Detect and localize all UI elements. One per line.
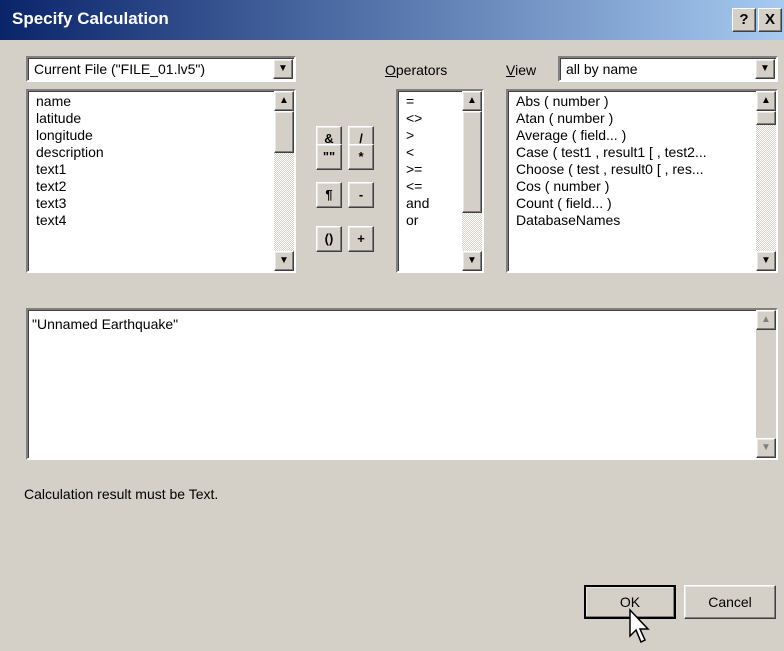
list-item[interactable]: longitude	[36, 127, 294, 144]
dialog-title: Specify Calculation	[12, 9, 169, 28]
operators-label-accel: O	[385, 62, 396, 78]
functions-scrollbar[interactable]: ▲ ▼	[756, 91, 776, 271]
plus-label: +	[357, 231, 365, 246]
help-button[interactable]: ?	[732, 8, 756, 32]
operators-label: Operators	[385, 62, 447, 78]
list-item[interactable]: Cos ( number )	[516, 178, 776, 195]
scroll-up-button[interactable]: ▲	[756, 91, 776, 111]
functions-list[interactable]: Abs ( number ) Atan ( number ) Average (…	[506, 89, 778, 273]
plus-button[interactable]: +	[348, 226, 374, 252]
view-label-text: iew	[515, 62, 537, 78]
scroll-thumb[interactable]	[274, 111, 294, 153]
file-select-value: Current File ("FILE_01.lv5")	[34, 61, 205, 77]
help-icon: ?	[739, 11, 749, 28]
list-item[interactable]: latitude	[36, 110, 294, 127]
file-select-dropdown-button[interactable]: ▼	[273, 59, 293, 79]
view-select[interactable]: all by name ▼	[558, 56, 778, 82]
scroll-thumb[interactable]	[756, 111, 776, 125]
multiply-button[interactable]: *	[348, 144, 374, 170]
list-item[interactable]: text1	[36, 161, 294, 178]
arrow-up-icon: ▲	[761, 314, 771, 325]
minus-button[interactable]: -	[348, 182, 374, 208]
list-item[interactable]: Atan ( number )	[516, 110, 776, 127]
close-icon: X	[764, 11, 775, 28]
title-bar: Specify Calculation ? X	[0, 0, 784, 40]
list-item[interactable]: name	[36, 93, 294, 110]
arrow-down-icon: ▼	[467, 255, 477, 266]
scroll-down-button[interactable]: ▼	[274, 251, 294, 271]
list-item[interactable]: description	[36, 144, 294, 161]
specify-calculation-dialog: Specify Calculation ? X Current File ("F…	[0, 0, 784, 651]
close-button[interactable]: X	[758, 8, 782, 32]
formula-scrollbar: ▲ ▼	[756, 310, 776, 458]
result-type-text: Calculation result must be Text.	[24, 486, 219, 502]
cancel-button[interactable]: Cancel	[684, 585, 776, 619]
list-item[interactable]: text4	[36, 212, 294, 229]
scroll-down-button: ▼	[756, 438, 776, 458]
view-select-dropdown-button[interactable]: ▼	[755, 59, 775, 79]
mouse-pointer-icon	[629, 608, 650, 644]
file-select[interactable]: Current File ("FILE_01.lv5") ▼	[26, 56, 296, 82]
list-item[interactable]: Choose ( test , result0 [ , res...	[516, 161, 776, 178]
list-item[interactable]: Case ( test1 , result1 [ , test2...	[516, 144, 776, 161]
scroll-thumb[interactable]	[462, 111, 482, 213]
view-label-accel: V	[506, 62, 516, 78]
list-item[interactable]: text3	[36, 195, 294, 212]
scroll-down-button[interactable]: ▼	[756, 251, 776, 271]
operators-list[interactable]: = <> > < >= <= and or ▲ ▼	[396, 89, 484, 273]
pilcrow-label: ¶	[325, 187, 333, 202]
cancel-label: Cancel	[708, 594, 752, 610]
arrow-up-icon: ▲	[279, 95, 289, 106]
arrow-down-icon: ▼	[761, 255, 771, 266]
quotes-button[interactable]: ""	[316, 144, 342, 170]
pilcrow-button[interactable]: ¶	[316, 182, 342, 208]
arrow-down-icon: ▼	[761, 442, 771, 453]
chevron-down-icon: ▼	[760, 63, 770, 74]
parentheses-label: ()	[324, 231, 334, 246]
view-label: View	[506, 62, 536, 78]
arrow-up-icon: ▲	[761, 95, 771, 106]
operators-scrollbar[interactable]: ▲ ▼	[462, 91, 482, 271]
scroll-up-button[interactable]: ▲	[274, 91, 294, 111]
view-select-value: all by name	[566, 61, 638, 77]
list-item[interactable]: Average ( field... )	[516, 127, 776, 144]
list-item[interactable]: text2	[36, 178, 294, 195]
minus-label: -	[358, 187, 364, 202]
scroll-up-button: ▲	[756, 310, 776, 330]
list-item[interactable]: Abs ( number )	[516, 93, 776, 110]
chevron-down-icon: ▼	[278, 63, 288, 74]
multiply-label: *	[358, 149, 364, 164]
arrow-down-icon: ▼	[279, 255, 289, 266]
fields-scrollbar[interactable]: ▲ ▼	[274, 91, 294, 271]
list-item[interactable]: Count ( field... )	[516, 195, 776, 212]
parentheses-button[interactable]: ()	[316, 226, 342, 252]
operators-label-text: perators	[395, 62, 448, 78]
scroll-up-button[interactable]: ▲	[462, 91, 482, 111]
arrow-up-icon: ▲	[467, 95, 477, 106]
scroll-down-button[interactable]: ▼	[462, 251, 482, 271]
list-item[interactable]: DatabaseNames	[516, 212, 776, 229]
quotes-label: ""	[322, 149, 336, 164]
fields-list[interactable]: name latitude longitude description text…	[26, 89, 296, 273]
formula-textarea[interactable]: "Unnamed Earthquake" ▲ ▼	[26, 308, 778, 460]
formula-text[interactable]: "Unnamed Earthquake"	[32, 316, 178, 332]
